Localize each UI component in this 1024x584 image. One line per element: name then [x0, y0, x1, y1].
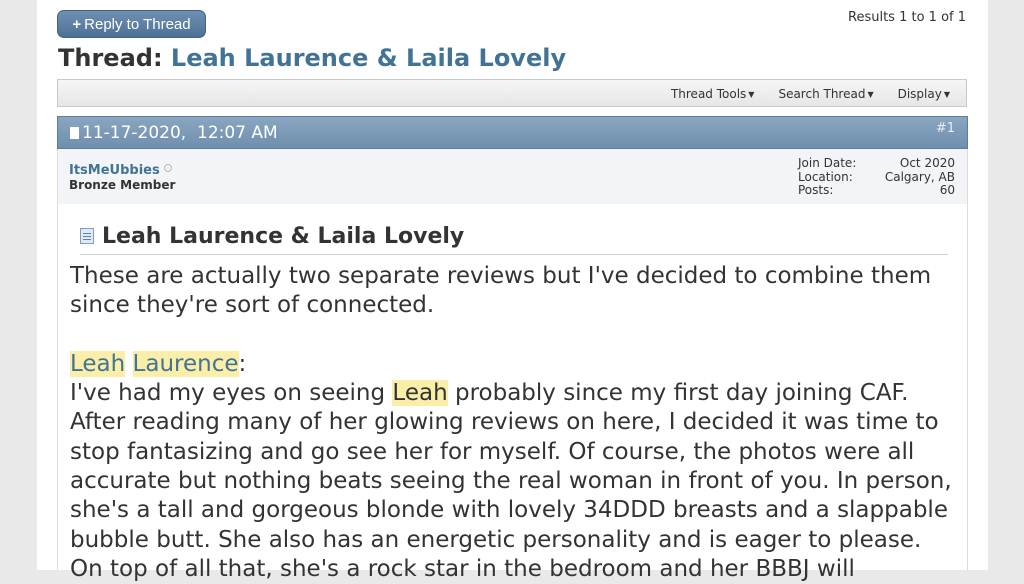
section-heading: Leah Laurence:	[70, 350, 247, 377]
user-info-bar: ItsMeUbbies Bronze Member Join Date: Oct …	[57, 149, 968, 204]
forum-page: + Reply to Thread Results 1 to 1 of 1 Thr…	[37, 0, 988, 582]
caret-down-icon: ▼	[867, 90, 874, 99]
post-title: Leah Laurence & Laila Lovely	[80, 222, 948, 255]
search-highlight: Leah	[392, 380, 448, 407]
display-menu[interactable]: Display ▼	[898, 80, 950, 108]
thread-tools-menu[interactable]: Thread Tools ▼	[671, 80, 755, 108]
post-number-link[interactable]: #1	[936, 121, 955, 136]
post-header: 11-17-2020, 12:07 AM #1	[57, 116, 968, 149]
thread-title-link[interactable]: Leah Laurence & Laila Lovely	[171, 44, 566, 72]
post-date: 11-17-2020, 12:07 AM	[70, 123, 278, 143]
user-details: Join Date: Oct 2020 Location: Calgary, AB …	[798, 156, 955, 197]
thread-prefix: Thread:	[58, 44, 163, 72]
caret-down-icon: ▼	[748, 90, 755, 99]
user-title: Bronze Member	[69, 178, 176, 192]
post-icon	[80, 228, 94, 244]
username[interactable]: ItsMeUbbies	[69, 163, 172, 178]
reply-to-thread-button[interactable]: + Reply to Thread	[57, 10, 206, 38]
search-thread-menu[interactable]: Search Thread ▼	[778, 80, 873, 108]
post-intro: These are actually two separate reviews …	[70, 263, 932, 319]
plus-icon: +	[72, 16, 82, 33]
caret-down-icon: ▼	[943, 90, 950, 99]
post-paragraph: I've had my eyes on seeing Leah probably…	[70, 380, 952, 582]
new-post-icon	[70, 127, 79, 139]
post-body: Leah Laurence & Laila Lovely These are a…	[57, 204, 968, 582]
thread-toolbar: Thread Tools ▼ Search Thread ▼ Display ▼	[57, 79, 967, 107]
post-message: These are actually two separate reviews …	[70, 262, 960, 584]
results-count: Results 1 to 1 of 1	[848, 10, 966, 25]
offline-status-icon	[163, 164, 172, 172]
page-title: Thread: Leah Laurence & Laila Lovely	[58, 44, 566, 72]
